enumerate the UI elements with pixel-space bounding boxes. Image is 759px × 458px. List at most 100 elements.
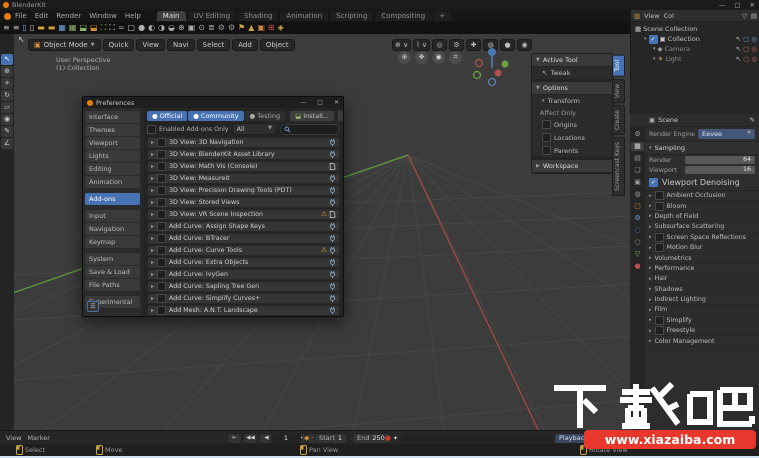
outliner-row-light[interactable]: ▾☀Light↖▢◎ — [631, 54, 759, 64]
key-icon[interactable]: ✦ — [393, 435, 398, 442]
addon-checkbox[interactable] — [157, 210, 166, 219]
workspace-tab[interactable]: Shading — [238, 11, 278, 21]
close-button[interactable]: ✕ — [334, 99, 339, 106]
section-indirect-lighting[interactable]: ▸Indirect Lighting — [645, 295, 759, 305]
expand-icon[interactable]: ▸ — [151, 163, 154, 170]
section-checkbox[interactable] — [655, 233, 664, 242]
npanel-tab-tool[interactable]: Tool — [612, 55, 625, 77]
section-hair[interactable]: ▸Hair — [645, 274, 759, 284]
tool-cursor[interactable]: ⊕ — [1, 66, 13, 77]
zoom-bubble[interactable]: ⊕ — [398, 51, 411, 64]
window-control[interactable]: □ — [734, 1, 740, 9]
disclosure-icon[interactable]: ▾ — [653, 46, 656, 52]
addon-checkbox[interactable] — [157, 162, 166, 171]
tool-annotate[interactable]: ✎ — [1, 126, 13, 137]
viewport-menu-object[interactable]: Object — [260, 39, 295, 51]
addon-checkbox[interactable] — [157, 282, 166, 291]
gizmo-toggle-icon[interactable]: ⚙ — [449, 39, 464, 51]
disclosure-icon[interactable]: ▾ — [653, 56, 656, 62]
proportional-edit-icon[interactable]: ◎ — [432, 39, 447, 51]
viewport-menu-add[interactable]: Add — [232, 39, 258, 51]
expand-icon[interactable]: ▸ — [151, 307, 154, 314]
section-checkbox[interactable] — [655, 326, 664, 335]
section-subsurface-scattering[interactable]: ▸Subsurface Scattering — [645, 222, 759, 232]
expand-icon[interactable]: ▸ — [151, 283, 154, 290]
window-control[interactable]: ✕ — [750, 1, 755, 9]
addon-row[interactable]: ▸3D View: VR Scene Inspection⚠ — [147, 209, 340, 220]
maximize-button[interactable]: □ — [317, 99, 323, 106]
hide-render-icon[interactable]: ◎ — [751, 35, 757, 43]
hamburger-icon[interactable]: ≡ — [3, 23, 10, 33]
shading-solid-icon[interactable]: ● — [138, 23, 145, 33]
prefs-nav-animation[interactable]: Animation — [85, 176, 140, 188]
expand-icon[interactable]: ▸ — [151, 235, 154, 242]
current-frame-field[interactable]: 1 — [271, 434, 301, 443]
filter-tab-testing[interactable]: ●Testing — [245, 111, 286, 121]
prefs-nav-navigation[interactable]: Navigation — [85, 223, 140, 235]
section-freestyle[interactable]: ▸Freestyle — [645, 326, 759, 336]
tab-physics[interactable]: ◌ — [631, 226, 644, 235]
expand-icon[interactable]: ▸ — [151, 295, 154, 302]
section-performance[interactable]: ▸Performance — [645, 264, 759, 274]
prefs-nav-viewport[interactable]: Viewport — [85, 137, 140, 149]
addon-row[interactable]: ▸Add Curve: IvyGen — [147, 269, 340, 280]
expand-icon[interactable]: ▸ — [151, 211, 154, 218]
addon-checkbox[interactable] — [157, 222, 166, 231]
select-icon[interactable]: ↖ — [736, 35, 741, 43]
prefs-nav-add-ons[interactable]: Add-ons — [85, 193, 140, 205]
list-icon[interactable]: ≣ — [208, 23, 215, 33]
checkbox[interactable] — [542, 146, 551, 155]
expand-icon[interactable]: ▸ — [151, 271, 154, 278]
save-icon[interactable]: ▦ — [58, 23, 66, 33]
select-icon[interactable]: ↖ — [736, 55, 741, 63]
display-mode-icon[interactable]: ▤ — [751, 12, 757, 20]
snapping-dropdown[interactable]: ⌇ ∨ — [413, 39, 430, 51]
viewport-menu-view[interactable]: View — [136, 39, 165, 51]
checkbox-row-origins[interactable]: Origins — [532, 118, 613, 131]
separator-icon[interactable]: = — [118, 23, 125, 33]
addon-search-field[interactable] — [280, 124, 340, 135]
disclosure-icon[interactable]: ▾ — [644, 36, 647, 42]
render-engine-dropdown[interactable]: Eevee ▼ — [698, 129, 755, 139]
sampling-header[interactable]: ▾ Sampling — [645, 142, 759, 155]
tool-scale[interactable]: ▱ — [1, 102, 13, 113]
tab-output[interactable]: ▤ — [631, 154, 644, 163]
addon-checkbox[interactable] — [157, 270, 166, 279]
prefs-nav-save-load[interactable]: Save & Load — [85, 266, 140, 278]
prefs-nav-themes[interactable]: Themes — [85, 124, 140, 136]
section-volumetrics[interactable]: ▸Volumetrics — [645, 253, 759, 263]
addon-row[interactable]: ▸Add Curve: Simplify Curves+ — [147, 293, 340, 304]
outliner-col-menu[interactable]: Col — [664, 12, 674, 20]
workspace-tab[interactable]: + — [433, 11, 451, 21]
expand-icon[interactable]: ▸ — [151, 259, 154, 266]
outliner-view-menu[interactable]: View — [644, 12, 659, 20]
section-checkbox[interactable] — [655, 191, 664, 200]
gem-icon[interactable]: ◈ — [278, 23, 284, 33]
install-button[interactable]: ⬓ Install... — [289, 110, 335, 122]
warning-tool-icon[interactable]: ▲ — [248, 23, 254, 33]
keying-set-icon[interactable]: ◆ — [304, 434, 309, 442]
export-icon[interactable]: ⬓ — [90, 23, 98, 33]
tool-move[interactable]: + — [1, 78, 13, 89]
editor-type-icon[interactable]: ▥ — [634, 12, 640, 20]
playback-button[interactable]: ⇤ — [227, 433, 242, 444]
section-screen-space-reflections[interactable]: ▸Screen Space Reflections — [645, 233, 759, 243]
npanel-tab-view[interactable]: View — [612, 79, 625, 103]
gear-icon[interactable]: ⚙ — [218, 23, 225, 33]
tab-tool[interactable]: ⚙ — [631, 130, 644, 139]
perspective-bubble[interactable]: ⌗ — [449, 51, 462, 64]
section-color-management[interactable]: ▸Color Management — [645, 336, 759, 346]
menu-render[interactable]: Render — [56, 12, 81, 20]
hamburger-icon[interactable]: ≡ — [13, 23, 20, 33]
camera-view-icon[interactable]: ⊙ — [198, 23, 205, 33]
gear-icon[interactable]: ⚙ — [228, 23, 235, 33]
outliner-row-collection[interactable]: ▾✓▣Collection↖▢◎ — [631, 34, 759, 44]
viewport-samples-slider[interactable]: 16 — [685, 166, 755, 174]
workspace-tab[interactable]: Compositing — [375, 11, 431, 21]
expand-icon[interactable]: ▸ — [151, 199, 154, 206]
section-shadows[interactable]: ▸Shadows — [645, 285, 759, 295]
addon-row[interactable]: ▸Add Curve: Assign Shape Keys — [147, 221, 340, 232]
tool-select-box[interactable]: ↖ — [1, 54, 13, 65]
active-tool-panel-header[interactable]: ▼ Active Tool — [532, 54, 613, 67]
addon-checkbox[interactable] — [157, 138, 166, 147]
